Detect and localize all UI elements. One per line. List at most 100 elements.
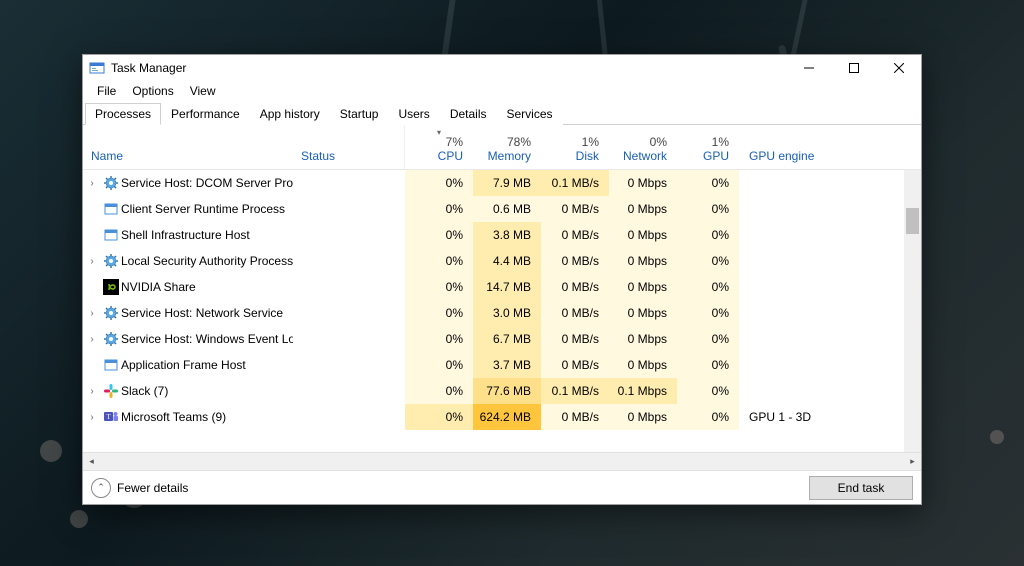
cpu-cell: 0% <box>405 170 473 196</box>
process-row[interactable]: ›Local Security Authority Process...0%4.… <box>83 248 921 274</box>
network-cell: 0 Mbps <box>609 326 677 352</box>
gpu-cell: 0% <box>677 248 739 274</box>
tab-processes[interactable]: Processes <box>85 103 161 125</box>
process-name: Microsoft Teams (9) <box>121 404 293 430</box>
col-gpu[interactable]: 1%GPU <box>677 125 739 169</box>
process-name: Client Server Runtime Process <box>121 196 293 222</box>
memory-cell: 624.2 MB <box>473 404 541 430</box>
memory-cell: 0.6 MB <box>473 196 541 222</box>
col-name[interactable]: Name <box>83 125 293 169</box>
cpu-cell: 0% <box>405 274 473 300</box>
gpu-engine-cell <box>739 300 921 326</box>
col-network[interactable]: 0%Network <box>609 125 677 169</box>
col-gpu-engine[interactable]: GPU engine <box>739 125 921 169</box>
network-cell: 0 Mbps <box>609 248 677 274</box>
gpu-engine-cell <box>739 274 921 300</box>
expand-toggle[interactable]: › <box>83 378 101 404</box>
menu-file[interactable]: File <box>89 82 124 100</box>
network-cell: 0 Mbps <box>609 404 677 430</box>
vertical-scrollbar[interactable] <box>904 170 921 452</box>
process-row[interactable]: Client Server Runtime Process0%0.6 MB0 M… <box>83 196 921 222</box>
window-icon <box>101 222 121 248</box>
app-icon <box>89 60 105 76</box>
process-status <box>293 404 405 430</box>
gpu-cell: 0% <box>677 196 739 222</box>
horizontal-scrollbar[interactable]: ◂ ▸ <box>83 452 921 470</box>
tab-details[interactable]: Details <box>440 103 497 125</box>
close-button[interactable] <box>876 55 921 81</box>
disk-cell: 0 MB/s <box>541 300 609 326</box>
expand-toggle[interactable]: › <box>83 326 101 352</box>
tab-services[interactable]: Services <box>497 103 563 125</box>
disk-cell: 0 MB/s <box>541 222 609 248</box>
network-cell: 0 Mbps <box>609 222 677 248</box>
window-title: Task Manager <box>111 61 186 75</box>
cpu-cell: 0% <box>405 352 473 378</box>
process-name: Service Host: Network Service <box>121 300 293 326</box>
process-row[interactable]: ›Service Host: Windows Event Log0%6.7 MB… <box>83 326 921 352</box>
process-row[interactable]: Application Frame Host0%3.7 MB0 MB/s0 Mb… <box>83 352 921 378</box>
process-status <box>293 248 405 274</box>
gpu-engine-cell <box>739 222 921 248</box>
maximize-button[interactable] <box>831 55 876 81</box>
col-memory[interactable]: 78%Memory <box>473 125 541 169</box>
minimize-button[interactable] <box>786 55 831 81</box>
scroll-left-icon[interactable]: ◂ <box>83 453 100 470</box>
end-task-button[interactable]: End task <box>809 476 913 500</box>
titlebar[interactable]: Task Manager <box>83 55 921 81</box>
disk-cell: 0 MB/s <box>541 404 609 430</box>
process-row[interactable]: ›Slack (7)0%77.6 MB0.1 MB/s0.1 Mbps0% <box>83 378 921 404</box>
disk-cell: 0.1 MB/s <box>541 170 609 196</box>
memory-cell: 7.9 MB <box>473 170 541 196</box>
tab-startup[interactable]: Startup <box>330 103 389 125</box>
fewer-details-button[interactable]: ⌃ Fewer details <box>91 478 188 498</box>
disk-cell: 0 MB/s <box>541 196 609 222</box>
cpu-cell: 0% <box>405 326 473 352</box>
scroll-right-icon[interactable]: ▸ <box>904 453 921 470</box>
process-row[interactable]: NVIDIA Share0%14.7 MB0 MB/s0 Mbps0% <box>83 274 921 300</box>
expand-toggle[interactable]: › <box>83 170 101 196</box>
process-row[interactable]: ›TMicrosoft Teams (9)0%624.2 MB0 MB/s0 M… <box>83 404 921 430</box>
process-list[interactable]: ›Service Host: DCOM Server Proc...0%7.9 … <box>83 170 921 452</box>
tab-users[interactable]: Users <box>388 103 439 125</box>
gpu-cell: 0% <box>677 404 739 430</box>
gear-icon <box>101 248 121 274</box>
expand-toggle[interactable]: › <box>83 248 101 274</box>
cpu-cell: 0% <box>405 404 473 430</box>
tab-performance[interactable]: Performance <box>161 103 250 125</box>
expand-toggle[interactable]: › <box>83 300 101 326</box>
disk-cell: 0.1 MB/s <box>541 378 609 404</box>
process-row[interactable]: Shell Infrastructure Host0%3.8 MB0 MB/s0… <box>83 222 921 248</box>
process-name: Shell Infrastructure Host <box>121 222 293 248</box>
process-row[interactable]: ›Service Host: DCOM Server Proc...0%7.9 … <box>83 170 921 196</box>
menu-view[interactable]: View <box>182 82 224 100</box>
menu-options[interactable]: Options <box>124 82 181 100</box>
expand-toggle <box>83 222 101 248</box>
memory-cell: 3.0 MB <box>473 300 541 326</box>
chevron-up-icon: ⌃ <box>91 478 111 498</box>
col-status[interactable]: Status <box>293 125 405 169</box>
svg-text:T: T <box>106 413 111 421</box>
process-row[interactable]: › Service Host: Network Service 0%3.0 MB0 … <box>83 300 921 326</box>
col-disk[interactable]: 1%Disk <box>541 125 609 169</box>
process-status <box>293 222 405 248</box>
memory-cell: 6.7 MB <box>473 326 541 352</box>
column-headers: Name Status ▾ 7%CPU 78%Memory 1%Disk 0%N… <box>83 125 921 170</box>
disk-cell: 0 MB/s <box>541 326 609 352</box>
cpu-cell: 0% <box>405 300 473 326</box>
gpu-engine-cell <box>739 170 921 196</box>
network-cell: 0 Mbps <box>609 196 677 222</box>
cpu-cell: 0% <box>405 248 473 274</box>
process-status <box>293 300 405 326</box>
sort-arrow-icon: ▾ <box>437 128 441 137</box>
process-status <box>293 326 405 352</box>
network-cell: 0 Mbps <box>609 352 677 378</box>
gpu-cell: 0% <box>677 170 739 196</box>
tab-app-history[interactable]: App history <box>250 103 330 125</box>
gpu-engine-cell: GPU 1 - 3D <box>739 404 921 430</box>
expand-toggle[interactable]: › <box>83 404 101 430</box>
process-status <box>293 170 405 196</box>
col-cpu[interactable]: ▾ 7%CPU <box>405 125 473 169</box>
cpu-cell: 0% <box>405 196 473 222</box>
expand-toggle <box>83 274 101 300</box>
